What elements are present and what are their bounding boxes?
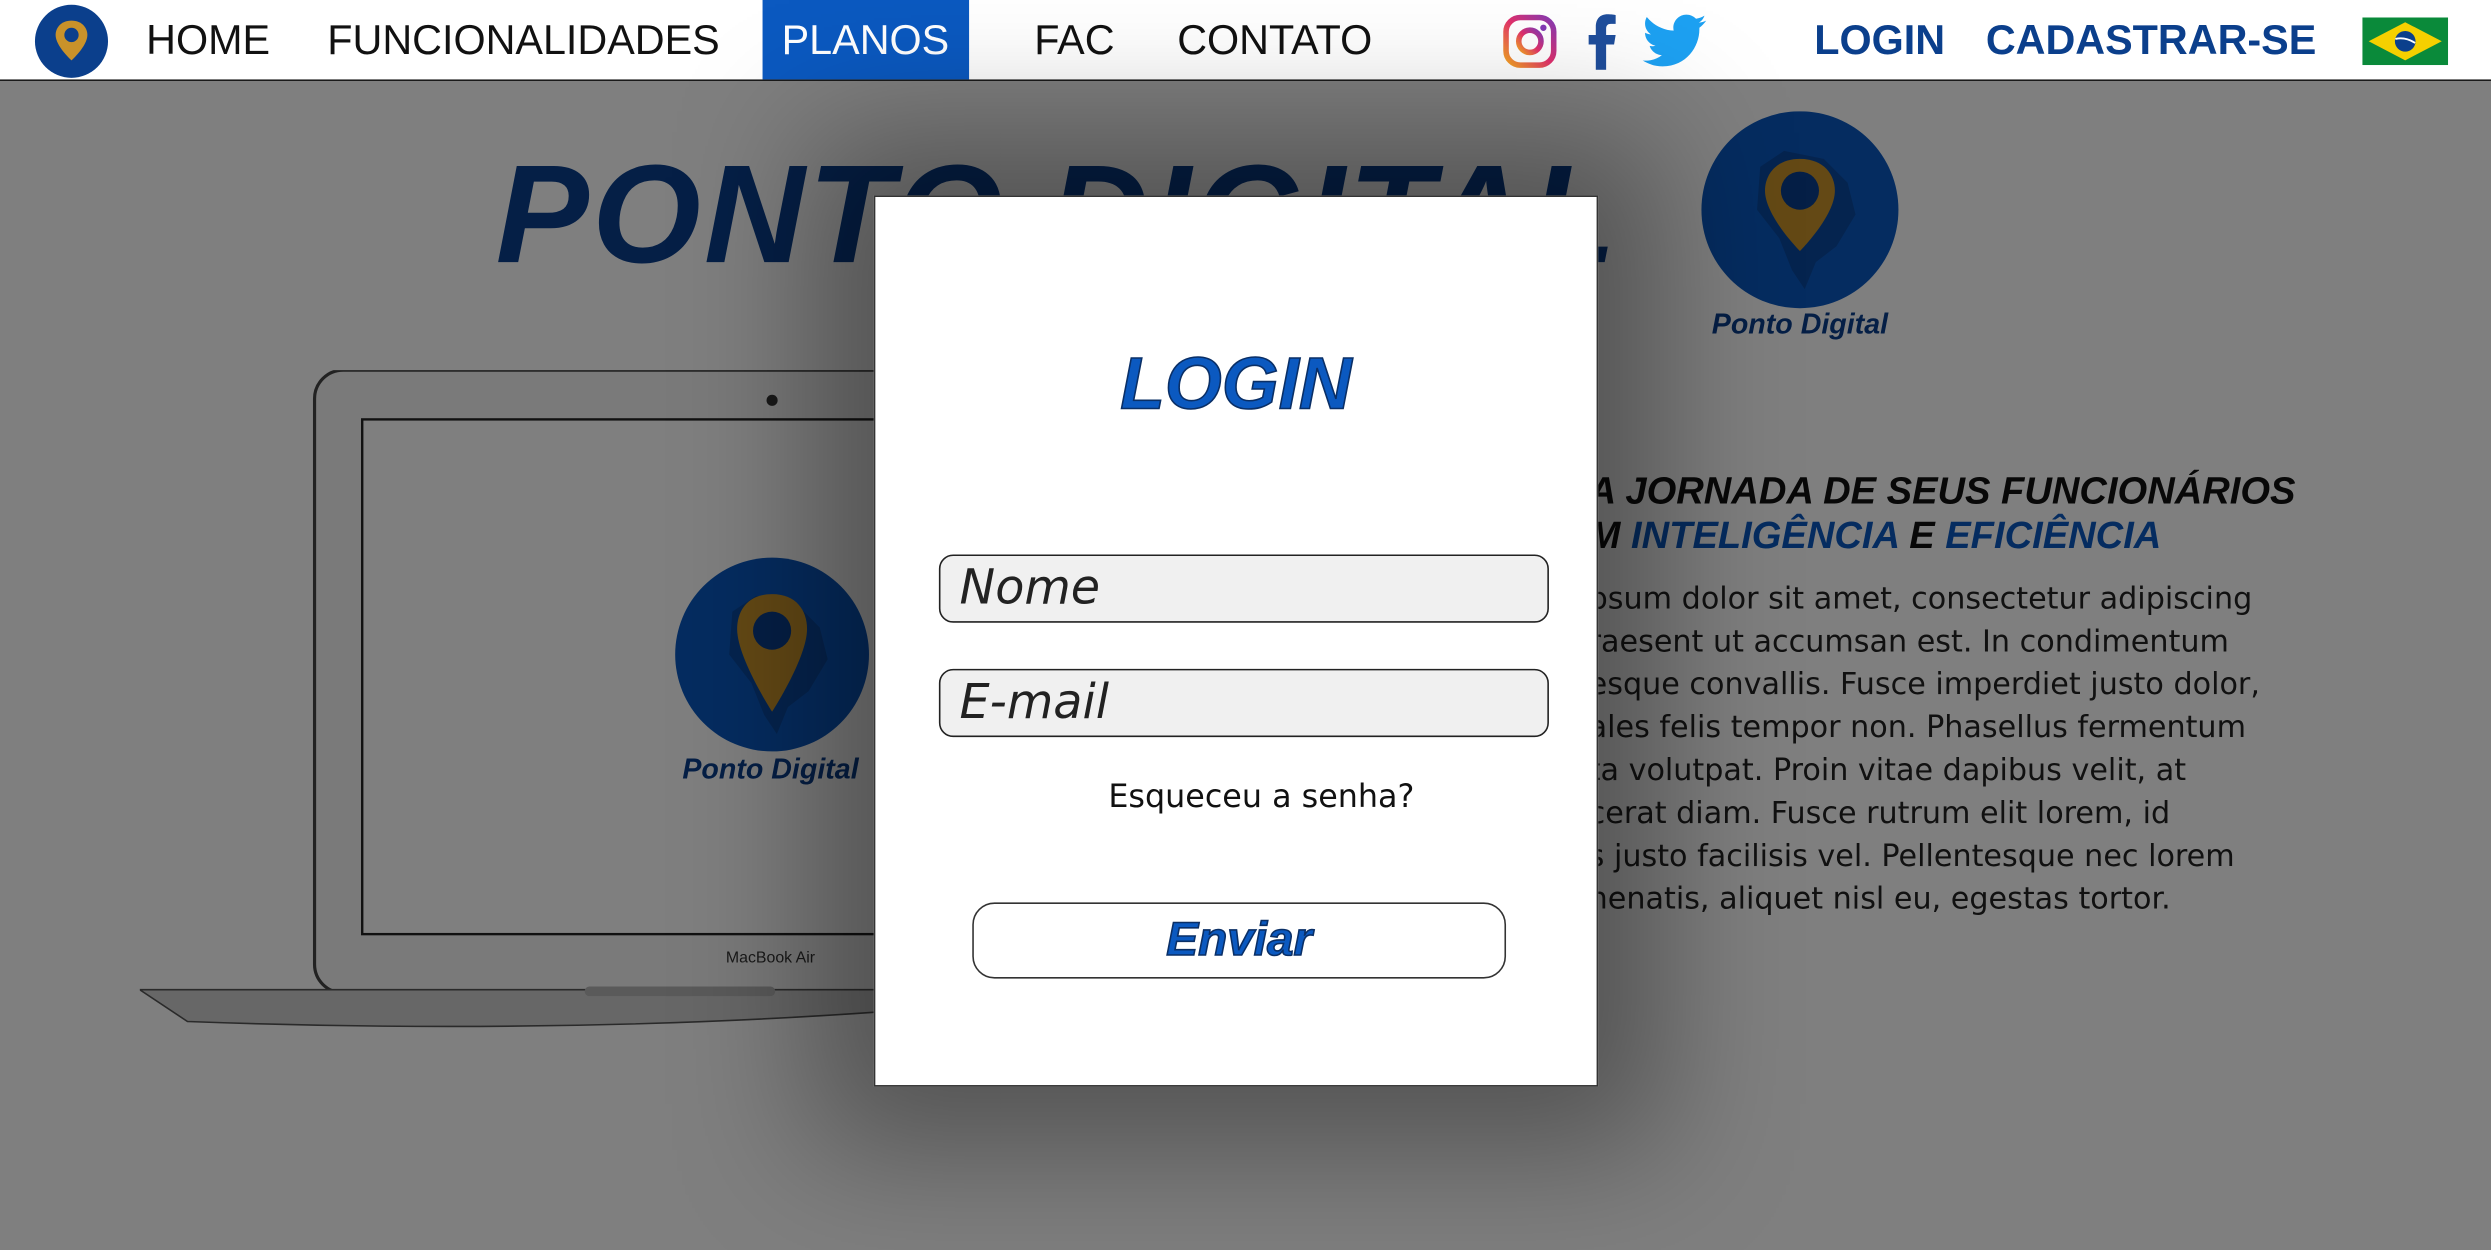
nav-fac[interactable]: FAC [1034, 0, 1114, 79]
top-nav: HOME FUNCIONALIDADES PLANOS FAC CONTATO … [0, 0, 2491, 82]
brazil-flag-icon[interactable] [2362, 17, 2449, 66]
nav-contato[interactable]: CONTATO [1177, 0, 1372, 79]
nav-home[interactable]: HOME [146, 0, 270, 79]
nav-planos[interactable]: PLANOS [762, 0, 970, 80]
page: HOME FUNCIONALIDADES PLANOS FAC CONTATO … [0, 0, 2491, 1250]
email-input[interactable] [938, 668, 1549, 738]
twitter-icon[interactable] [1642, 13, 1710, 78]
modal-title: LOGIN [1119, 341, 1352, 425]
nav-signup[interactable]: CADASTRAR-SE [1986, 0, 2316, 79]
forgot-password-link[interactable]: Esqueceu a senha? [875, 777, 1647, 815]
facebook-icon[interactable] [1581, 13, 1622, 78]
submit-button[interactable]: Enviar [972, 902, 1507, 979]
brand-logo-icon[interactable] [34, 4, 109, 78]
nav-funcionalidades[interactable]: FUNCIONALIDADES [327, 0, 719, 79]
login-modal: LOGIN Esqueceu a senha? Enviar [873, 195, 1599, 1087]
nav-login[interactable]: LOGIN [1814, 0, 1945, 79]
name-input[interactable] [938, 554, 1549, 623]
instagram-icon[interactable] [1501, 13, 1558, 78]
